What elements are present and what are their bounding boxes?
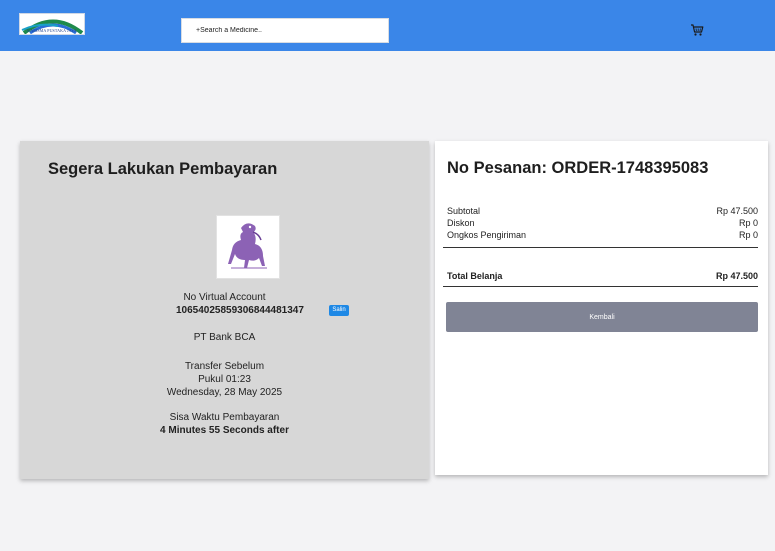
bank-name: PT Bank BCA [193,332,256,343]
summary-row-total: Total Belanja Rp 47.500 [447,271,758,282]
summary-value: Rp 47.500 [716,206,758,216]
back-button[interactable]: Kembali [446,302,758,332]
top-navbar: KARISMA PUSTAKA JAYA [0,0,775,51]
logo-text: KARISMA PUSTAKA JAYA [27,28,77,33]
summary-row-shipping: Ongkos Pengiriman Rp 0 [447,230,758,241]
va-number: 1065402585930684448134​7 [176,305,304,316]
transfer-time: Pukul 01:23 [198,374,251,385]
summary-label: Ongkos Pengiriman [447,230,527,240]
summary-value: Rp 0 [738,218,758,228]
total-label: Total Belanja [447,271,503,281]
brand-logo[interactable]: KARISMA PUSTAKA JAYA [19,13,85,35]
total-divider [443,286,758,287]
summary-row-discount: Diskon Rp 0 [447,218,758,229]
search-input[interactable] [181,18,389,43]
summary-divider [443,247,758,248]
shopping-cart-icon[interactable] [690,23,704,37]
summary-row-subtotal: Subtotal Rp 47.500 [447,206,758,217]
bank-logo [216,215,280,279]
payment-title: Segera Lakukan Pembayaran [48,160,278,178]
order-title: No Pesanan: ORDER-1748395083 [447,159,709,177]
transfer-label: Transfer Sebelum [184,361,265,372]
payment-card: Segera Lakukan Pembayaran No Virtual Acc… [20,141,429,479]
total-value: Rp 47.500 [715,271,758,281]
remaining-value: 4 Minutes 55 Seconds after [160,425,289,436]
order-summary-card: No Pesanan: ORDER-1748395083 Subtotal Rp… [435,141,768,475]
copy-button[interactable]: Salin [329,305,349,316]
transfer-date: Wednesday, 28 May 2025 [166,387,283,398]
summary-label: Diskon [447,218,475,228]
summary-label: Subtotal [447,206,481,216]
summary-value: Rp 0 [738,230,758,240]
va-label: No Virtual Account [183,292,266,303]
remaining-label: Sisa Waktu Pembayaran [169,412,280,423]
bank-logo-icon [228,223,267,269]
